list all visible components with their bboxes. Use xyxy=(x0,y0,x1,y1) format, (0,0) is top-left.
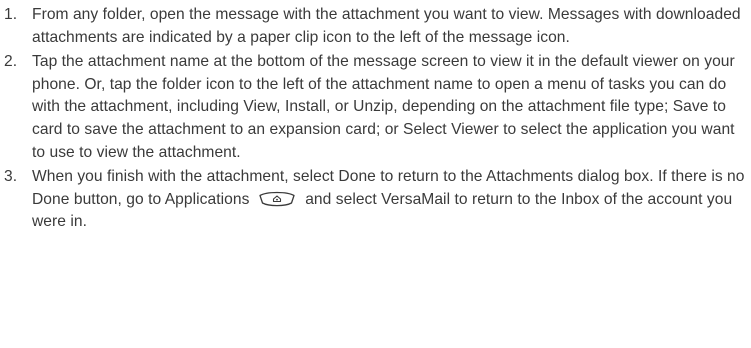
instruction-steps: 1. From any folder, open the message wit… xyxy=(4,4,748,236)
step-1: 1. From any folder, open the message wit… xyxy=(4,4,748,49)
step-number: 1. xyxy=(4,6,18,23)
step-number: 2. xyxy=(4,53,18,71)
step-number: 3. xyxy=(4,168,18,186)
step-text: From any folder, open the message with t… xyxy=(32,6,741,46)
document-page: 1. From any folder, open the message wit… xyxy=(0,0,751,348)
applications-key-icon xyxy=(257,191,297,207)
step-2: 2. Tap the attachment name at the bottom… xyxy=(4,51,748,164)
step-3: 3. When you finish with the attachment, … xyxy=(4,166,748,234)
step-text: Tap the attachment name at the bottom of… xyxy=(32,53,735,161)
